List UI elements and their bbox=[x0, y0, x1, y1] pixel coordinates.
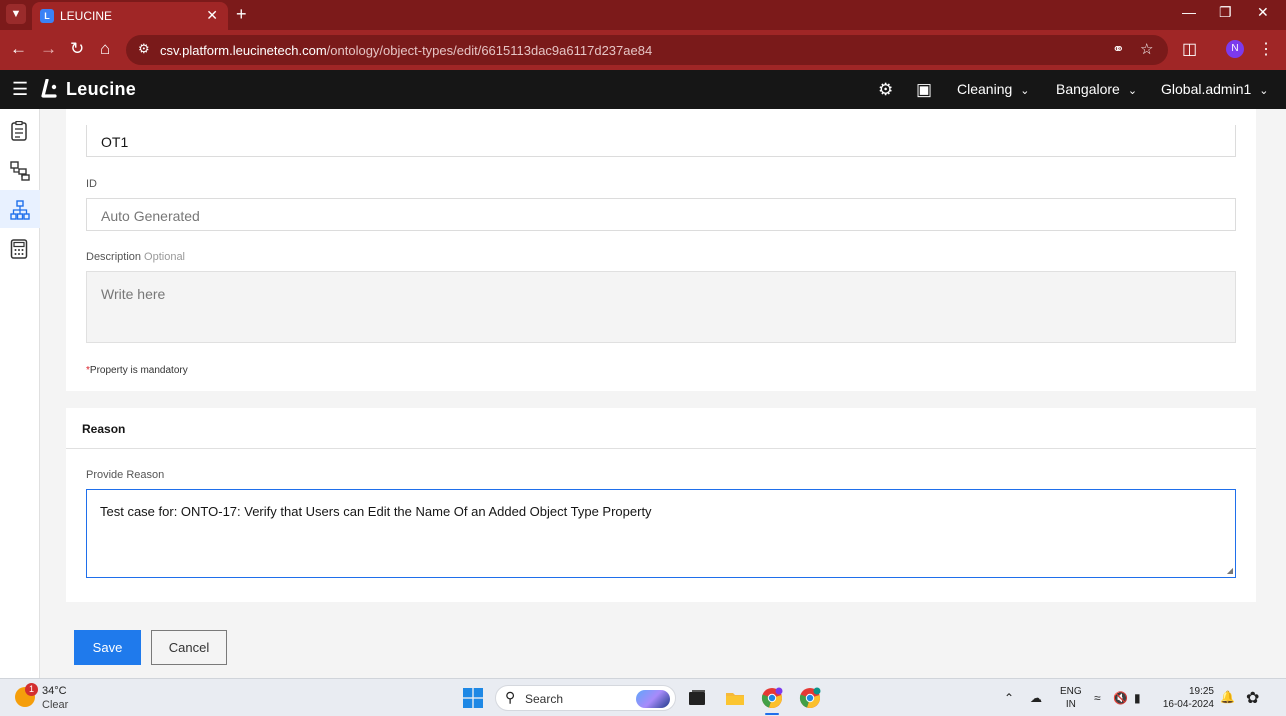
search-label: Search bbox=[525, 692, 564, 706]
reason-title: Reason bbox=[82, 422, 126, 436]
profile-avatar[interactable]: N bbox=[1226, 40, 1244, 58]
system-clock[interactable]: 19:25 16-04-2024 bbox=[1160, 685, 1214, 711]
tab-search-button[interactable]: ▼ bbox=[6, 4, 26, 24]
optional-tag: Optional bbox=[144, 251, 186, 263]
chevron-down-icon: ⌄ bbox=[1020, 85, 1030, 97]
id-placeholder: Auto Generated bbox=[101, 208, 200, 224]
new-tab-button[interactable]: + bbox=[236, 4, 247, 25]
reason-text: Test case for: ONTO-17: Verify that User… bbox=[100, 504, 652, 519]
left-nav-rail bbox=[0, 109, 40, 678]
tab-title: LEUCINE bbox=[60, 9, 113, 23]
ontology-icon bbox=[10, 200, 30, 220]
chevron-down-icon: ⌄ bbox=[1127, 85, 1138, 97]
browser-menu-icon[interactable]: ⋮ bbox=[1258, 39, 1274, 59]
active-app-indicator bbox=[765, 713, 779, 715]
maximize-icon[interactable]: ❐ bbox=[1219, 4, 1232, 21]
reload-icon[interactable]: ↻ bbox=[70, 39, 84, 59]
leucine-favicon-icon: L bbox=[40, 9, 54, 23]
leucine-logo-icon bbox=[41, 79, 57, 98]
url-text: csv.platform.leucinetech.com/ontology/ob… bbox=[160, 43, 653, 58]
back-icon[interactable]: ← bbox=[10, 39, 27, 59]
speaker-muted-icon[interactable]: 🔇 bbox=[1113, 691, 1128, 705]
windows-start-icon[interactable] bbox=[463, 688, 483, 708]
mandatory-note: *Property is mandatory bbox=[86, 365, 188, 376]
chrome-icon[interactable] bbox=[761, 687, 783, 709]
password-key-icon[interactable]: ⚭ bbox=[1112, 40, 1125, 58]
site-settings-icon[interactable]: ⚙ bbox=[138, 41, 150, 57]
settings-gear-icon[interactable]: ⚙ bbox=[878, 80, 893, 100]
onedrive-icon[interactable]: ☁ bbox=[1030, 691, 1042, 705]
battery-icon[interactable]: ▮ bbox=[1134, 691, 1141, 705]
nav-reports[interactable] bbox=[0, 229, 40, 267]
address-bar[interactable]: ⚙ csv.platform.leucinetech.com/ontology/… bbox=[126, 35, 1168, 65]
weather-condition[interactable]: Clear bbox=[42, 699, 68, 711]
object-type-form-card: OT1 ID Auto Generated Description Optiona… bbox=[66, 109, 1256, 391]
provide-reason-label: Provide Reason bbox=[86, 469, 165, 481]
weather-badge: 1 bbox=[25, 683, 38, 696]
bookmark-star-icon[interactable]: ☆ bbox=[1140, 40, 1153, 58]
reason-textarea[interactable]: Test case for: ONTO-17: Verify that User… bbox=[86, 489, 1236, 578]
chevron-down-icon: ⌄ bbox=[1259, 85, 1269, 97]
taskbar-search[interactable]: ⚲ Search bbox=[495, 685, 676, 711]
brand-name: Leucine bbox=[66, 79, 137, 99]
id-field: Auto Generated bbox=[86, 198, 1236, 231]
close-tab-icon[interactable]: ✕ bbox=[206, 7, 218, 24]
location-dropdown[interactable]: Bangalore ⌄ bbox=[1056, 81, 1137, 97]
calculator-icon bbox=[10, 239, 28, 259]
nav-ontology[interactable] bbox=[0, 190, 40, 228]
app-header: ☰ Leucine ⚙ ▣ Cleaning ⌄ Bangalore ⌄ Globa… bbox=[0, 70, 1286, 109]
cancel-button[interactable]: Cancel bbox=[151, 630, 227, 665]
description-label: Description Optional bbox=[86, 251, 186, 263]
hamburger-menu-icon[interactable]: ☰ bbox=[12, 79, 28, 100]
search-icon: ⚲ bbox=[505, 689, 516, 705]
browser-tabbar: ▼ L LEUCINE ✕ + — ❐ ✕ bbox=[0, 0, 1286, 30]
resize-handle-icon[interactable]: ◢ bbox=[1227, 566, 1233, 575]
nav-checklists[interactable] bbox=[0, 111, 40, 149]
copilot-icon[interactable]: ✿ bbox=[1246, 688, 1259, 708]
home-icon[interactable]: ⌂ bbox=[100, 39, 110, 59]
browser-toolbar: ← → ↻ ⌂ ⚙ csv.platform.leucinetech.com/o… bbox=[0, 30, 1286, 70]
close-window-icon[interactable]: ✕ bbox=[1257, 4, 1269, 21]
user-dropdown[interactable]: Global.admin1 ⌄ bbox=[1161, 81, 1269, 97]
search-highlight-icon bbox=[636, 690, 670, 708]
notification-bell-icon[interactable]: 🔔 bbox=[1220, 690, 1235, 704]
chrome-profile-icon[interactable] bbox=[799, 687, 821, 709]
browser-tab[interactable]: L LEUCINE ✕ bbox=[32, 2, 228, 30]
chevron-up-icon[interactable]: ⌃ bbox=[1004, 691, 1014, 705]
wifi-icon[interactable]: ≈ bbox=[1094, 691, 1101, 705]
windows-taskbar: 1 34°C Clear ⚲ Search ⌃ ☁ ENG IN ≈ 🔇 ▮ 19… bbox=[0, 678, 1286, 716]
extensions-icon[interactable]: ◫ bbox=[1182, 39, 1197, 59]
nav-hierarchy[interactable] bbox=[0, 151, 40, 189]
description-textarea[interactable]: Write here bbox=[86, 271, 1236, 343]
task-view-icon[interactable] bbox=[686, 687, 708, 709]
minimize-icon[interactable]: — bbox=[1182, 4, 1196, 20]
description-placeholder: Write here bbox=[101, 286, 166, 302]
display-name-value: OT1 bbox=[101, 134, 129, 150]
scan-icon[interactable]: ▣ bbox=[916, 80, 932, 100]
facility-dropdown[interactable]: Cleaning ⌄ bbox=[957, 81, 1029, 97]
file-explorer-icon[interactable] bbox=[724, 687, 746, 709]
input-language[interactable]: ENG IN bbox=[1060, 685, 1082, 711]
main-content: OT1 ID Auto Generated Description Optiona… bbox=[40, 109, 1286, 678]
forward-icon[interactable]: → bbox=[40, 39, 57, 59]
weather-temp[interactable]: 34°C bbox=[42, 685, 67, 697]
reason-card: Reason Provide Reason Test case for: ONT… bbox=[66, 408, 1256, 602]
checklist-icon bbox=[11, 121, 27, 141]
save-button[interactable]: Save bbox=[74, 630, 141, 665]
display-name-field[interactable]: OT1 bbox=[86, 125, 1236, 157]
divider bbox=[66, 448, 1256, 449]
hierarchy-icon bbox=[10, 161, 30, 181]
id-label: ID bbox=[86, 178, 97, 190]
